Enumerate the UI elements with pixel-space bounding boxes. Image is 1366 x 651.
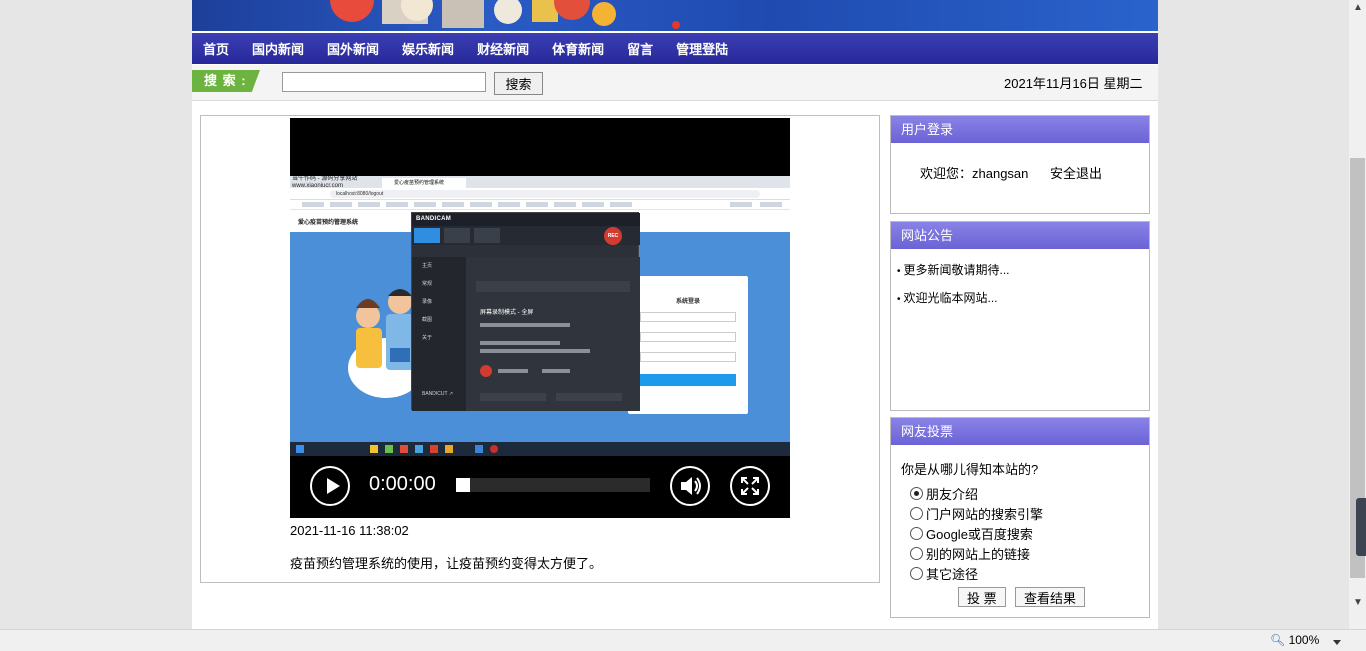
vote-option[interactable]: Google或百度搜索 — [910, 524, 1033, 543]
recorder-toolbar: REC — [412, 226, 640, 245]
search-input[interactable] — [282, 72, 486, 92]
recorder-window: BANDICAM REC 主页 常规 录像 截图 关于 BANDICUT ↗ 屏… — [411, 212, 640, 411]
banner-decoration — [330, 0, 616, 28]
recorded-address-bar: localhost:8080/logout — [290, 188, 790, 200]
recorder-mode-strip — [476, 281, 630, 292]
recorded-login-card: 系统登录 — [628, 276, 748, 414]
radio-icon[interactable] — [910, 547, 923, 560]
vote-button[interactable]: 投 票 — [958, 587, 1006, 607]
volume-icon[interactable] — [670, 466, 710, 506]
news-detail: 当牛作码 - 源码分享网站 www.xiaoniucr.com 爱心疫苗预约管理系… — [200, 115, 880, 583]
zoom-icon: 🔍︎ — [1270, 633, 1286, 647]
recorded-taskbar — [290, 442, 790, 456]
post-time: 2021-11-16 11:38:02 — [290, 523, 409, 538]
banner-dot — [672, 21, 680, 29]
play-icon[interactable] — [310, 466, 350, 506]
video-frame: 当牛作码 - 源码分享网站 www.xiaoniucr.com 爱心疫苗预约管理系… — [290, 176, 790, 456]
nav-message[interactable]: 留言 — [627, 39, 653, 58]
recorder-titlebar: BANDICAM — [412, 213, 640, 226]
search-bar: 搜 索 : 搜索 2021年11月16日 星期二 — [192, 65, 1158, 101]
main-nav: 首页 国内新闻 国外新闻 娱乐新闻 财经新闻 体育新闻 留言 管理登陆 — [192, 33, 1158, 64]
page: 首页 国内新闻 国外新闻 娱乐新闻 财经新闻 体育新闻 留言 管理登陆 搜 索 … — [192, 0, 1158, 629]
notice-panel-title: 网站公告 — [891, 222, 1149, 249]
recorded-tab: 爱心疫苗预约管理系统 — [382, 178, 466, 188]
scroll-up-icon[interactable]: ▲ — [1353, 2, 1363, 13]
recorder-main: 屏幕录制模式 - 全屏 — [466, 257, 640, 411]
radio-checked-icon[interactable] — [910, 487, 923, 500]
notice-panel: 网站公告 更多新闻敬请期待... 欢迎光临本网站... — [890, 221, 1150, 411]
side-panel-handle[interactable] — [1356, 498, 1366, 556]
nav-finance-news[interactable]: 财经新闻 — [477, 39, 529, 58]
recorded-role-select — [640, 352, 736, 362]
device-mode-icon — [474, 228, 500, 243]
recorded-site-title: 爱心疫苗预约管理系统 — [298, 220, 359, 226]
notice-item[interactable]: 欢迎光临本网站... — [897, 289, 998, 306]
browser-status-bar: 🔍︎ 100% — [0, 629, 1366, 651]
fullscreen-icon[interactable] — [730, 466, 770, 506]
recorder-menu-item: 关于 — [422, 335, 433, 341]
recorder-bandicut-link: BANDICUT ↗ — [422, 391, 454, 397]
recorded-url: localhost:8080/logout — [330, 190, 760, 198]
video-progress-knob[interactable] — [456, 478, 470, 492]
zoom-dropdown-icon[interactable] — [1333, 640, 1341, 645]
banner — [192, 0, 1158, 31]
vote-option[interactable]: 朋友介绍 — [910, 484, 978, 503]
recorded-login-title: 系统登录 — [675, 299, 700, 305]
recorder-start-icon — [480, 365, 492, 377]
vote-option[interactable]: 门户网站的搜索引擎 — [910, 504, 1043, 523]
recorded-bookmarks — [290, 200, 790, 210]
video-player[interactable]: 当牛作码 - 源码分享网站 www.xiaoniucr.com 爱心疫苗预约管理系… — [290, 118, 790, 518]
current-date: 2021年11月16日 星期二 — [1004, 76, 1143, 91]
radio-icon[interactable] — [910, 567, 923, 580]
recorder-menu-item: 截图 — [422, 317, 433, 323]
rec-button-icon: REC — [604, 227, 622, 245]
recorder-menu-item: 主页 — [422, 263, 433, 269]
nav-entertainment-news[interactable]: 娱乐新闻 — [402, 39, 454, 58]
nav-sports-news[interactable]: 体育新闻 — [552, 39, 604, 58]
vote-option[interactable]: 其它途径 — [910, 564, 978, 583]
video-progress-bar[interactable] — [456, 478, 650, 492]
nav-foreign-news[interactable]: 国外新闻 — [327, 39, 379, 58]
vote-panel-title: 网友投票 — [891, 418, 1149, 445]
nav-domestic-news[interactable]: 国内新闻 — [252, 39, 304, 58]
logout-link[interactable]: 安全退出 — [1050, 163, 1102, 182]
notice-item[interactable]: 更多新闻敬请期待... — [897, 261, 1010, 278]
recorded-login-button — [640, 374, 736, 386]
view-results-button[interactable]: 查看结果 — [1015, 587, 1086, 607]
vote-panel: 网友投票 你是从哪儿得知本站的? 朋友介绍 门户网站的搜索引擎 Google或百… — [890, 417, 1150, 618]
recorder-menu-item: 常规 — [422, 281, 433, 287]
recorded-username-field — [640, 312, 736, 322]
search-button[interactable]: 搜索 — [494, 72, 543, 95]
recorder-mode-title: 屏幕录制模式 - 全屏 — [480, 310, 534, 316]
recorded-password-field — [640, 332, 736, 342]
radio-icon[interactable] — [910, 527, 923, 540]
screen-mode-icon — [414, 228, 440, 243]
search-label: 搜 索 : — [192, 70, 260, 92]
radio-icon[interactable] — [910, 507, 923, 520]
vote-question: 你是从哪儿得知本站的? — [901, 462, 1039, 477]
recorder-sidebar: 主页 常规 录像 截图 关于 BANDICUT ↗ — [412, 257, 466, 411]
welcome-text: 欢迎您：zhangsan — [920, 166, 1029, 181]
vote-option[interactable]: 别的网站上的链接 — [910, 544, 1030, 563]
recorder-logo: BANDICAM — [416, 216, 452, 222]
scroll-down-icon[interactable]: ▼ — [1353, 597, 1363, 608]
recorded-browser-tabs: 当牛作码 - 源码分享网站 www.xiaoniucr.com 爱心疫苗预约管理系… — [290, 176, 790, 189]
nav-admin-login[interactable]: 管理登陆 — [676, 39, 728, 58]
login-panel-title: 用户登录 — [891, 116, 1149, 143]
recorder-menu-item: 录像 — [422, 299, 433, 305]
video-current-time: 0:00:00 — [369, 473, 436, 495]
post-text: 疫苗预约管理系统的使用，让疫苗预约变得太方便了。 — [290, 556, 603, 571]
zoom-level[interactable]: 🔍︎ 100% — [1270, 633, 1319, 647]
login-panel: 用户登录 欢迎您：zhangsan 安全退出 — [890, 115, 1150, 214]
nav-home[interactable]: 首页 — [203, 39, 229, 58]
game-mode-icon — [444, 228, 470, 243]
